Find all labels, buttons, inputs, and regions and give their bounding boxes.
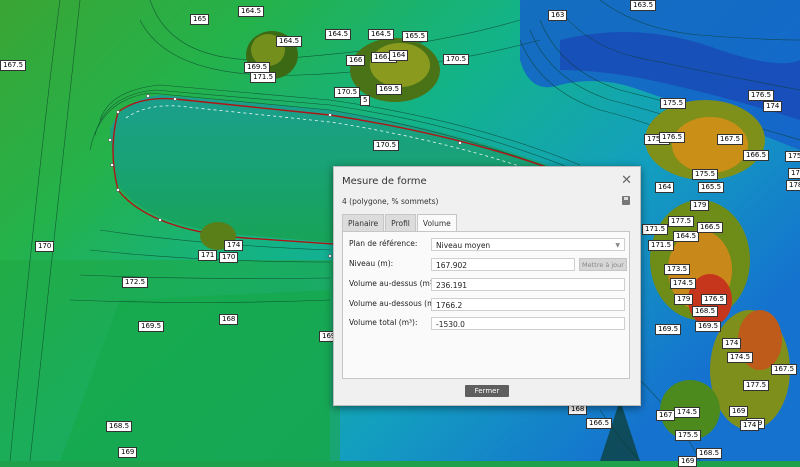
elevation-label: 165.5: [402, 31, 429, 42]
elevation-label: 169: [729, 406, 749, 417]
elevation-label: 164.5: [325, 29, 352, 40]
elevation-label: 165.5: [698, 182, 725, 193]
volume-below-field[interactable]: 1766.2: [431, 298, 625, 311]
elevation-label: 174: [224, 240, 244, 251]
elevation-label: 174: [740, 420, 760, 431]
elevation-label: 173.5: [664, 264, 691, 275]
close-button[interactable]: Fermer: [465, 385, 509, 397]
volume-total-label: Volume total (m³):: [349, 318, 418, 327]
elevation-label: 174: [763, 101, 783, 112]
elevation-label: 175: [788, 168, 800, 179]
close-icon[interactable]: ✕: [621, 173, 632, 188]
elevation-label: 168.5: [696, 448, 723, 459]
volume-below-label: Volume au-dessous (m³):: [349, 299, 443, 308]
elevation-label: 172.5: [122, 277, 149, 288]
elevation-label: 167.5: [717, 134, 744, 145]
elevation-label: 171.5: [642, 224, 669, 235]
elevation-label: 177.5: [743, 380, 770, 391]
elevation-label: 170: [219, 252, 239, 263]
elevation-label: 167.5: [771, 364, 798, 375]
elevation-label: 171: [198, 250, 218, 261]
save-icon[interactable]: [622, 196, 630, 205]
elevation-label: 163.5: [630, 0, 657, 11]
elevation-label: 170: [35, 241, 55, 252]
elevation-label: 170.5: [334, 87, 361, 98]
update-button[interactable]: Mettre à jour: [579, 258, 627, 271]
volume-above-field[interactable]: 236.191: [431, 278, 625, 291]
elevation-label: 170.5: [443, 54, 470, 65]
elevation-label: 169.5: [695, 321, 722, 332]
elevation-label: 169.5: [376, 84, 403, 95]
elevation-label: 175.5: [675, 430, 702, 441]
elevation-label: 174: [722, 338, 742, 349]
elevation-label: 171.5: [648, 240, 675, 251]
elevation-label: 164.5: [276, 36, 303, 47]
elevation-label: 178.5: [786, 180, 800, 191]
elevation-label: 171.5: [250, 72, 277, 83]
elevation-label: 164.5: [368, 29, 395, 40]
elevation-label: 166.5: [697, 222, 724, 233]
elevation-label: 168.5: [692, 306, 719, 317]
elevation-label: 174.5: [670, 278, 697, 289]
elevation-label: 174.5: [727, 352, 754, 363]
tab-bar: Planaire Profil Volume: [342, 214, 458, 233]
elevation-label: 164.5: [673, 231, 700, 242]
elevation-label: 5: [360, 95, 371, 106]
elevation-label: 164: [389, 50, 409, 61]
volume-total-field[interactable]: -1530.0: [431, 317, 625, 330]
reference-plane-select[interactable]: Niveau moyen ▼: [431, 238, 625, 251]
elevation-label: 175.5: [660, 98, 687, 109]
level-label: Niveau (m):: [349, 259, 394, 268]
elevation-label: 167: [656, 410, 676, 421]
elevation-label: 176.5: [701, 294, 728, 305]
elevation-label: 176.5: [659, 132, 686, 143]
elevation-label: 169.5: [655, 324, 682, 335]
level-input[interactable]: 167.902: [431, 258, 575, 271]
shape-measurement-dialog[interactable]: Mesure de forme ✕ 4 (polygone, % sommets…: [333, 166, 641, 406]
reference-plane-value: Niveau moyen: [436, 241, 491, 250]
elevation-label: 175.5: [692, 169, 719, 180]
elevation-label: 179: [674, 294, 694, 305]
volume-above-label: Volume au-dessus (m³):: [349, 279, 439, 288]
tab-profil[interactable]: Profil: [385, 214, 416, 232]
elevation-label: 165: [190, 14, 210, 25]
elevation-label: 167.5: [0, 60, 27, 71]
elevation-label: 170.5: [373, 140, 400, 151]
dialog-title: Mesure de forme: [342, 176, 427, 187]
elevation-label: 168.5: [106, 421, 133, 432]
reference-plane-label: Plan de référence:: [349, 239, 418, 248]
shape-info: 4 (polygone, % sommets): [342, 197, 439, 206]
elevation-label: 164.5: [238, 6, 265, 17]
elevation-label: 169: [118, 447, 138, 458]
elevation-label: 166.5: [743, 150, 770, 161]
elevation-label: 177.5: [668, 216, 695, 227]
elevation-label: 176.5: [748, 90, 775, 101]
tab-planaire[interactable]: Planaire: [342, 214, 385, 232]
elevation-label: 169.5: [138, 321, 165, 332]
elevation-label: 164: [655, 182, 675, 193]
elevation-label: 174.5: [674, 407, 701, 418]
elevation-label: 179: [690, 200, 710, 211]
elevation-label: 163: [548, 10, 568, 21]
elevation-label: 166: [346, 55, 366, 66]
volume-panel: Plan de référence: Niveau moyen ▼ Niveau…: [342, 231, 630, 379]
elevation-label: 175.5: [785, 151, 800, 162]
elevation-label: 168: [219, 314, 239, 325]
elevation-label: 169: [678, 456, 698, 467]
elevation-label: 166.5: [586, 418, 613, 429]
chevron-down-icon: ▼: [615, 242, 620, 249]
